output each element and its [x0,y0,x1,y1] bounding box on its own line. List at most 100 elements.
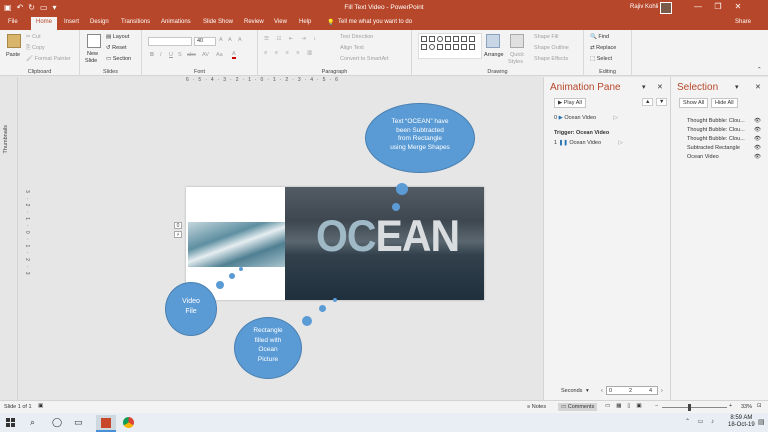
select-button[interactable]: ⬚ Select [590,56,612,62]
animation-marker[interactable]: 0 [174,222,182,229]
visibility-eye-icon[interactable]: 👁 [754,127,761,133]
zoom-slider-thumb[interactable] [688,404,691,411]
convert-smartart-button[interactable]: Convert to SmartArt [340,56,389,62]
tab-slide-show[interactable]: Slide Show [203,19,233,25]
selection-item[interactable]: Subtracted Rectangle [687,145,740,151]
font-color-button[interactable]: A [232,51,236,59]
notes-button[interactable]: ≡ Notes [527,404,546,410]
shrink-font-button[interactable]: A [228,37,232,43]
play-all-button[interactable]: ▶ Play All [554,98,586,108]
bold-button[interactable]: B [150,52,154,58]
shapes-gallery[interactable] [418,33,482,59]
zoom-slider[interactable] [662,407,727,408]
reset-button[interactable]: ↺ Reset [106,45,127,51]
trigger-marker-icon[interactable]: ⚡ [174,231,182,238]
show-all-button[interactable]: Show All [679,98,709,108]
fit-slide-icon[interactable]: ⊡ [757,403,762,409]
thought-bubble-video[interactable]: Video File [166,283,216,335]
selection-item[interactable]: Thought Bubble: Clou... [687,136,745,142]
clear-format-button[interactable]: A [238,37,242,43]
underline-button[interactable]: U [169,52,173,58]
copy-button[interactable]: ⎘ Copy [26,45,45,52]
zoom-out-button[interactable]: − [655,403,658,409]
search-icon[interactable]: ⌕ [30,417,35,428]
trigger-animation-item[interactable]: 1 ❚❚ Ocean Video ▷ [554,140,623,146]
tell-me-box[interactable]: Tell me what you want to do [338,19,412,25]
view-buttons[interactable]: ▭▦▯▣ [605,403,648,409]
section-button[interactable]: ▭ Section [106,56,131,62]
shape-effects-button[interactable]: Shape Effects [534,56,568,62]
grow-font-button[interactable]: A [219,37,223,43]
tab-file[interactable]: File [8,19,18,25]
user-name[interactable]: Rajiv Kohli [630,4,658,10]
visibility-eye-icon[interactable]: 👁 [754,118,761,124]
tab-help[interactable]: Help [299,19,311,25]
close-button[interactable]: ✕ [728,2,748,11]
move-up-icon[interactable]: ▲ [642,98,654,106]
selection-item[interactable]: Thought Bubble: Clou... [687,127,745,133]
strikethrough-button[interactable]: abc [187,52,196,58]
align-icons[interactable]: ≡ ≡ ≡ ≡ ▥ [264,50,315,56]
clock[interactable]: 8:59 AM 18-Oct-19 [728,415,755,429]
new-slide-button[interactable]: New [87,51,98,57]
tab-design[interactable]: Design [90,19,109,25]
shape-outline-button[interactable]: Shape Outline [534,45,569,51]
thought-bubble-rectangle[interactable]: Rectangle filled with Ocean Picture [235,318,301,378]
font-name-input[interactable] [148,37,192,46]
zoom-level[interactable]: 33% [741,404,752,410]
powerpoint-taskbar-button[interactable] [96,415,116,432]
minimize-button[interactable]: — [688,2,708,11]
move-down-icon[interactable]: ▼ [656,98,668,106]
timeline-scroll-left[interactable]: ‹ [601,388,603,394]
restore-button[interactable]: ❐ [708,2,728,11]
paste-icon[interactable] [7,34,21,48]
tab-view[interactable]: View [274,19,287,25]
thumbnails-strip[interactable]: Thumbnails [0,77,18,400]
collapse-ribbon-icon[interactable]: ⌃ [757,67,762,73]
hide-all-button[interactable]: Hide All [711,98,738,108]
cut-button[interactable]: ✂ Cut [26,34,41,40]
change-case-button[interactable]: Aa [216,52,223,58]
timeline-scroll-right[interactable]: › [661,388,663,394]
arrange-button[interactable]: Arrange [484,52,504,58]
shape-fill-button[interactable]: Shape Fill [534,34,558,40]
seconds-dropdown-icon[interactable]: ▾ [586,388,589,394]
visibility-eye-icon[interactable]: 👁 [754,145,761,151]
tab-insert[interactable]: Insert [64,19,79,25]
tab-home[interactable]: Home [31,17,58,30]
visibility-eye-icon[interactable]: 👁 [754,154,761,160]
tab-animations[interactable]: Animations [161,19,191,25]
layout-button[interactable]: ▤ Layout [106,34,129,40]
quick-styles-button[interactable]: Quick [510,52,524,58]
windows-start-icon[interactable] [6,418,16,428]
paste-button[interactable]: Paste [6,52,20,58]
system-tray-icons[interactable]: ⌃ ▭ ♪ [685,418,717,425]
tab-review[interactable]: Review [244,19,264,25]
comments-button[interactable]: ▭ Comments [558,403,598,411]
visibility-eye-icon[interactable]: 👁 [754,136,761,142]
thought-bubble-merge[interactable]: Text “OCEAN” have been Subtracted from R… [366,104,474,172]
pane-options-icon[interactable]: ▾ [735,83,739,91]
pane-options-icon[interactable]: ▾ [642,83,646,91]
timeline-scale[interactable]: 0 2 4 [606,386,658,395]
shadow-button[interactable]: S [178,52,182,58]
format-painter-button[interactable]: 🖌 Format Painter [26,56,71,62]
find-button[interactable]: 🔍 Find [590,34,609,40]
zoom-in-button[interactable]: + [729,403,732,409]
close-selection-pane-icon[interactable]: ✕ [755,83,761,91]
seconds-label[interactable]: Seconds [561,388,582,394]
close-animation-pane-icon[interactable]: ✕ [657,83,663,91]
char-spacing-button[interactable]: AV [202,52,209,58]
subtracted-rectangle[interactable]: OCEAN [285,187,484,300]
animation-item[interactable]: 0 ▶ Ocean Video ▷ [554,115,618,121]
selection-item[interactable]: Ocean Video [687,154,719,160]
notifications-icon[interactable]: ▤ [758,418,765,426]
replace-button[interactable]: ⇄ Replace [590,45,616,51]
italic-button[interactable]: I [160,52,162,58]
arrange-icon[interactable] [486,34,500,48]
text-direction-button[interactable]: Text Direction [340,34,373,40]
task-view-icon[interactable]: ◯ [52,417,62,428]
selection-item[interactable]: Thought Bubble: Clou... [687,118,745,124]
bullets-icon[interactable]: ☰ ☷ ⇤ ⇥ ↕ [264,36,319,42]
new-slide-icon[interactable] [87,34,101,48]
